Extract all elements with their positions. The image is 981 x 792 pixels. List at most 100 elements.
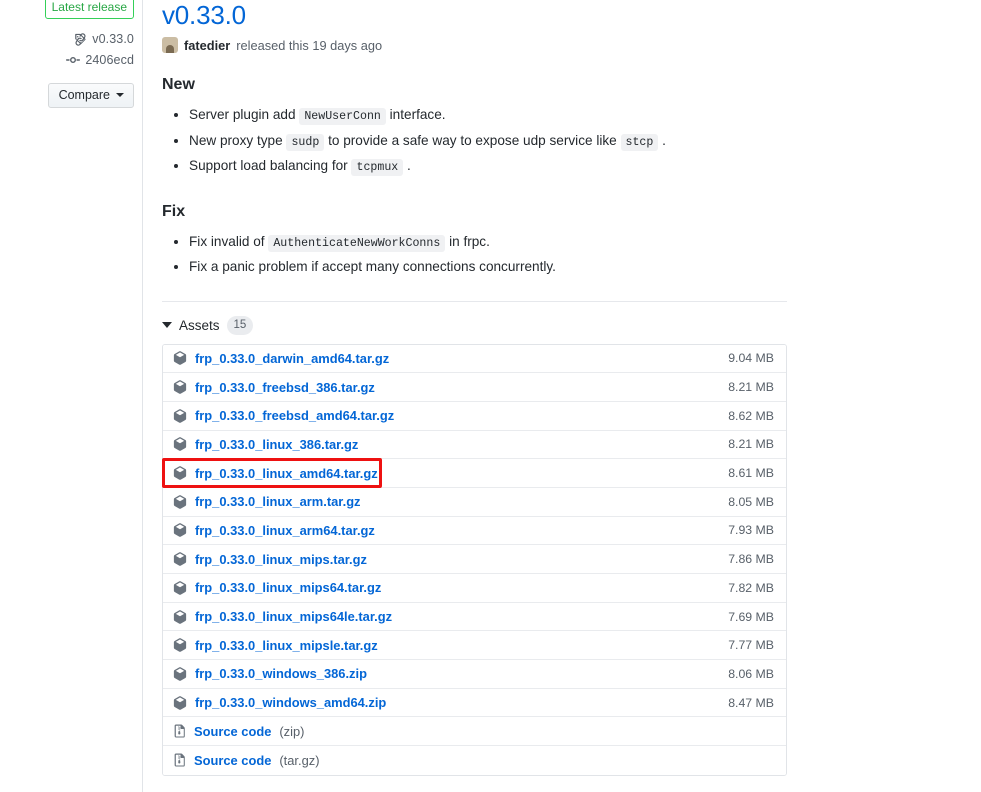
- inline-code: AuthenticateNewWorkConns: [268, 234, 446, 252]
- asset-row[interactable]: frp_0.33.0_linux_amd64.tar.gz 8.61 MB: [163, 459, 786, 488]
- asset-link[interactable]: Source code (tar.gz): [173, 753, 320, 768]
- package-icon: [173, 437, 187, 452]
- asset-size: 8.06 MB: [728, 666, 774, 681]
- package-icon: [173, 580, 187, 595]
- asset-name[interactable]: frp_0.33.0_linux_mips64.tar.gz: [195, 580, 381, 595]
- asset-row[interactable]: frp_0.33.0_linux_arm64.tar.gz 7.93 MB: [163, 516, 786, 546]
- package-icon: [173, 695, 187, 710]
- asset-row[interactable]: Source code (tar.gz): [163, 746, 786, 775]
- asset-link[interactable]: frp_0.33.0_linux_mips64.tar.gz: [173, 580, 381, 595]
- release-section-list: Server plugin add NewUserConn interface.…: [162, 103, 802, 180]
- asset-size: 8.61 MB: [728, 466, 774, 481]
- asset-size: 8.05 MB: [728, 494, 774, 509]
- asset-link[interactable]: frp_0.33.0_linux_mips.tar.gz: [173, 552, 367, 567]
- release-author[interactable]: fatedier: [184, 38, 230, 53]
- asset-row[interactable]: frp_0.33.0_darwin_amd64.tar.gz 9.04 MB: [163, 344, 786, 374]
- latest-release-badge: Latest release: [44, 0, 134, 19]
- asset-link[interactable]: frp_0.33.0_linux_mips64le.tar.gz: [173, 609, 392, 624]
- asset-row[interactable]: frp_0.33.0_windows_386.zip 8.06 MB: [163, 660, 786, 689]
- asset-link[interactable]: frp_0.33.0_windows_amd64.zip: [173, 695, 386, 710]
- package-icon: [173, 380, 187, 394]
- asset-link[interactable]: frp_0.33.0_linux_arm.tar.gz: [173, 494, 361, 509]
- asset-link[interactable]: frp_0.33.0_linux_mipsle.tar.gz: [173, 638, 378, 653]
- asset-name[interactable]: frp_0.33.0_linux_mips.tar.gz: [195, 552, 367, 567]
- asset-name[interactable]: frp_0.33.0_freebsd_386.tar.gz: [195, 380, 375, 395]
- asset-row[interactable]: frp_0.33.0_freebsd_amd64.tar.gz 8.62 MB: [163, 401, 786, 431]
- asset-link[interactable]: frp_0.33.0_linux_amd64.tar.gz: [173, 466, 378, 481]
- avatar: [162, 37, 178, 53]
- inline-code: stcp: [620, 133, 659, 151]
- release-tag-name: v0.33.0: [92, 32, 134, 46]
- asset-row[interactable]: frp_0.33.0_linux_mipsle.tar.gz 7.77 MB: [163, 631, 786, 661]
- asset-size: 9.04 MB: [728, 351, 774, 366]
- asset-size: 7.77 MB: [728, 638, 774, 653]
- asset-name[interactable]: frp_0.33.0_windows_amd64.zip: [195, 695, 386, 710]
- asset-name[interactable]: frp_0.33.0_freebsd_amd64.tar.gz: [195, 408, 394, 423]
- asset-row[interactable]: frp_0.33.0_linux_386.tar.gz 8.21 MB: [163, 430, 786, 460]
- asset-name[interactable]: frp_0.33.0_linux_arm.tar.gz: [195, 494, 361, 509]
- asset-name[interactable]: Source code: [194, 753, 271, 768]
- asset-row[interactable]: frp_0.33.0_linux_mips.tar.gz 7.86 MB: [163, 545, 786, 574]
- asset-link[interactable]: frp_0.33.0_linux_386.tar.gz: [173, 437, 358, 452]
- package-icon: [173, 609, 187, 624]
- assets-toggle[interactable]: Assets 15: [162, 315, 254, 335]
- asset-size: 8.62 MB: [728, 408, 774, 423]
- asset-name[interactable]: frp_0.33.0_linux_386.tar.gz: [195, 437, 358, 452]
- asset-name[interactable]: frp_0.33.0_linux_mipsle.tar.gz: [195, 638, 378, 653]
- asset-size: 7.69 MB: [728, 609, 774, 624]
- asset-link[interactable]: frp_0.33.0_freebsd_386.tar.gz: [173, 380, 375, 395]
- assets-list: frp_0.33.0_darwin_amd64.tar.gz 9.04 MB frp…: [162, 343, 787, 776]
- release-notes: New Server plugin add NewUserConn interfa…: [162, 75, 802, 279]
- asset-row[interactable]: frp_0.33.0_linux_mips64.tar.gz 7.82 MB: [163, 574, 786, 603]
- asset-link[interactable]: frp_0.33.0_linux_arm64.tar.gz: [173, 523, 375, 538]
- package-icon: [173, 552, 187, 567]
- release-commit[interactable]: 2406ecd: [66, 53, 134, 67]
- release-section-heading: New: [162, 76, 195, 93]
- inline-code: NewUserConn: [299, 108, 386, 125]
- divider: [162, 300, 787, 302]
- release-title[interactable]: v0.33.0: [162, 0, 246, 30]
- release-note-item: Server plugin add NewUserConn interface.: [189, 103, 802, 129]
- release-section-list: Fix invalid of AuthenticateNewWorkConns …: [162, 230, 802, 279]
- chevron-down-icon: [116, 93, 124, 97]
- asset-link[interactable]: frp_0.33.0_freebsd_amd64.tar.gz: [173, 408, 394, 423]
- asset-name-suffix: (tar.gz): [279, 752, 320, 768]
- asset-name[interactable]: frp_0.33.0_linux_mips64le.tar.gz: [195, 609, 392, 624]
- release-meta-sidebar: Latest release v0.33.0 2406ecd Compare: [0, 0, 143, 792]
- asset-link[interactable]: Source code (zip): [173, 724, 304, 739]
- asset-name[interactable]: Source code: [194, 724, 271, 739]
- release-page: Latest release v0.33.0 2406ecd Compare v…: [0, 0, 981, 792]
- asset-name[interactable]: frp_0.33.0_darwin_amd64.tar.gz: [195, 351, 389, 366]
- package-icon: [173, 466, 187, 480]
- inline-code: sudp: [286, 133, 325, 151]
- asset-row[interactable]: frp_0.33.0_linux_arm.tar.gz 8.05 MB: [163, 487, 786, 517]
- release-note-item: Fix a panic problem if accept many conne…: [189, 255, 802, 279]
- asset-link[interactable]: frp_0.33.0_darwin_amd64.tar.gz: [173, 351, 389, 366]
- release-byline: fatedier released this 19 days ago: [162, 37, 802, 53]
- package-icon: [173, 638, 187, 653]
- asset-link[interactable]: frp_0.33.0_windows_386.zip: [173, 666, 367, 681]
- package-icon: [173, 494, 187, 509]
- release-tag[interactable]: v0.33.0: [74, 32, 134, 46]
- compare-button-label: Compare: [58, 88, 110, 102]
- asset-size: 7.82 MB: [728, 580, 774, 595]
- asset-row[interactable]: frp_0.33.0_freebsd_386.tar.gz 8.21 MB: [163, 373, 786, 402]
- triangle-down-icon: [162, 322, 172, 328]
- assets-label: Assets: [179, 317, 220, 333]
- asset-size: 8.21 MB: [728, 380, 774, 395]
- asset-name[interactable]: frp_0.33.0_linux_arm64.tar.gz: [195, 523, 375, 538]
- asset-name[interactable]: frp_0.33.0_linux_amd64.tar.gz: [195, 466, 378, 481]
- inline-code: tcpmux: [351, 159, 404, 176]
- asset-row[interactable]: Source code (zip): [163, 717, 786, 747]
- asset-row[interactable]: frp_0.33.0_windows_amd64.zip 8.47 MB: [163, 688, 786, 718]
- asset-row[interactable]: frp_0.33.0_linux_mips64le.tar.gz 7.69 MB: [163, 602, 786, 632]
- commit-icon: [66, 53, 81, 67]
- assets-count: 15: [226, 315, 254, 335]
- release-note-item: New proxy type sudp to provide a safe wa…: [189, 129, 802, 155]
- asset-name[interactable]: frp_0.33.0_windows_386.zip: [195, 666, 367, 681]
- release-note-item: Support load balancing for tcpmux .: [189, 154, 802, 180]
- compare-button[interactable]: Compare: [47, 83, 134, 108]
- release-section-heading: Fix: [162, 202, 186, 220]
- package-icon: [173, 351, 187, 366]
- package-icon: [173, 667, 187, 681]
